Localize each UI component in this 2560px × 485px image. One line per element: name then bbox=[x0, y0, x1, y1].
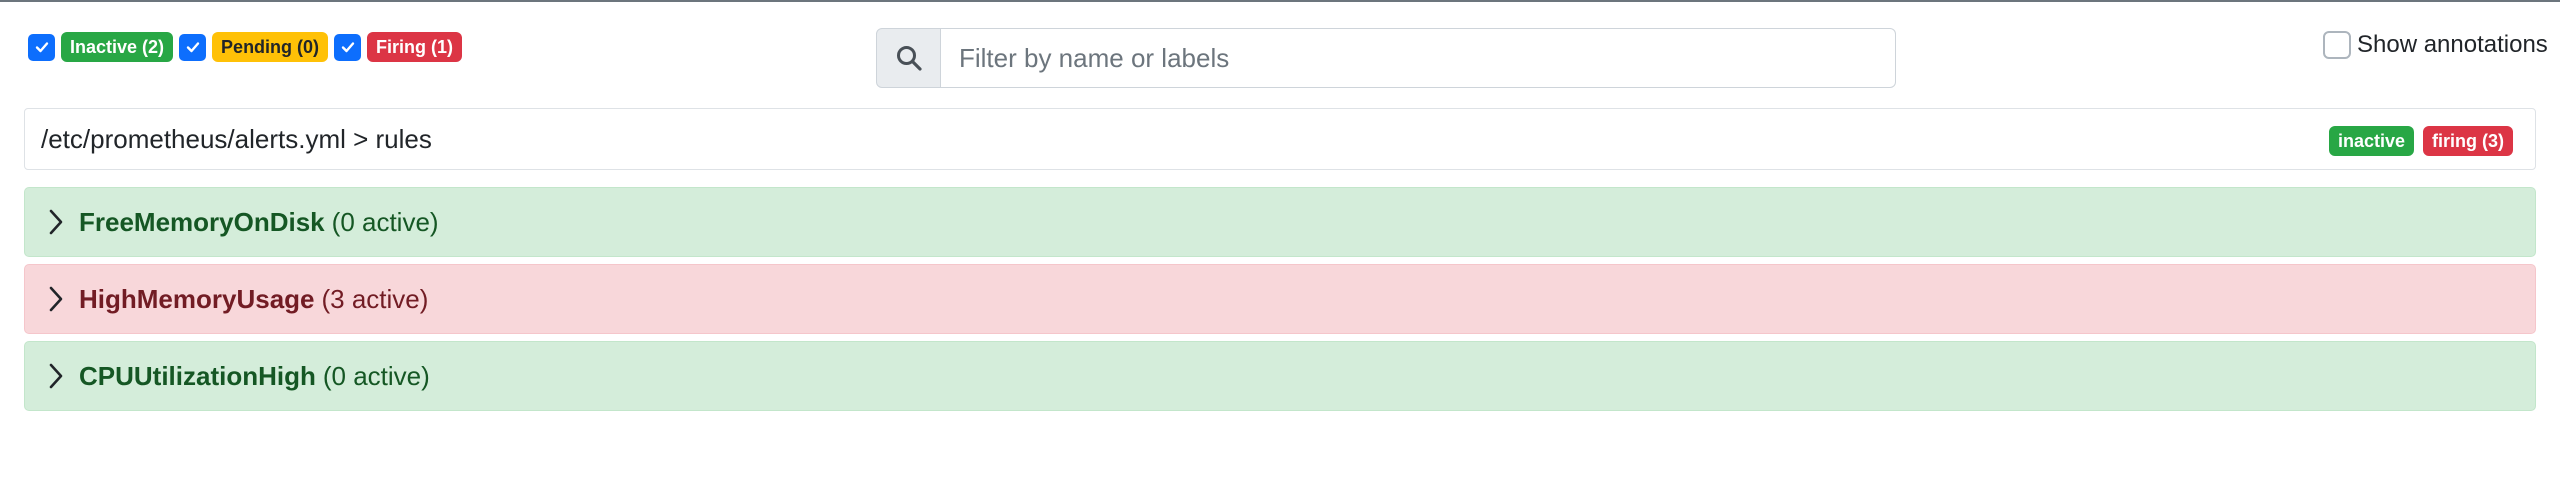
alert-rule-high-memory-usage[interactable]: HighMemoryUsage (3 active) bbox=[24, 264, 2536, 334]
rule-group-title: /etc/prometheus/alerts.yml > rules bbox=[41, 124, 432, 154]
chevron-right-icon[interactable] bbox=[49, 361, 67, 391]
rule-group-badges: inactive firing (3) bbox=[2320, 126, 2513, 156]
checkmark-icon bbox=[341, 42, 354, 53]
group-firing-badge: firing (3) bbox=[2423, 126, 2513, 156]
checkmark-icon bbox=[186, 42, 199, 53]
group-inactive-badge: inactive bbox=[2328, 126, 2414, 156]
chevron-right-icon[interactable] bbox=[49, 284, 67, 314]
pending-checkbox[interactable] bbox=[179, 33, 207, 61]
show-annotations-label[interactable]: Show annotations bbox=[2357, 31, 2548, 59]
alert-rule-cpu-utilization-high[interactable]: CPUUtilizationHigh (0 active) bbox=[24, 341, 2536, 411]
search-icon bbox=[896, 46, 922, 71]
chevron-right-icon[interactable] bbox=[49, 207, 67, 237]
alert-rule-free-memory-on-disk[interactable]: FreeMemoryOnDisk (0 active) bbox=[24, 187, 2536, 257]
rule-group-header: /etc/prometheus/alerts.yml > rules inact… bbox=[24, 108, 2536, 170]
rule-name: HighMemoryUsage bbox=[79, 283, 315, 314]
rule-active-count: (3 active) bbox=[321, 283, 429, 314]
filter-pending[interactable]: Pending (0) bbox=[179, 32, 329, 62]
rule-active-count: (0 active) bbox=[322, 360, 430, 391]
show-annotations-toggle[interactable]: Show annotations bbox=[2323, 31, 2548, 59]
firing-checkbox[interactable] bbox=[334, 33, 362, 61]
search-group bbox=[876, 28, 1896, 88]
pending-filter-badge[interactable]: Pending (0) bbox=[212, 32, 329, 62]
firing-filter-badge[interactable]: Firing (1) bbox=[367, 32, 463, 62]
rule-name: CPUUtilizationHigh bbox=[79, 360, 316, 391]
show-annotations-checkbox[interactable] bbox=[2323, 31, 2351, 59]
state-filter-bar: Inactive (2) Pending (0) Firing (1) bbox=[28, 32, 468, 62]
top-border bbox=[0, 0, 2560, 2]
inactive-filter-badge[interactable]: Inactive (2) bbox=[61, 32, 174, 62]
filter-inactive[interactable]: Inactive (2) bbox=[28, 32, 174, 62]
inactive-checkbox[interactable] bbox=[28, 33, 55, 61]
rule-active-count: (0 active) bbox=[331, 206, 439, 237]
search-input[interactable] bbox=[941, 28, 1896, 88]
checkmark-icon bbox=[35, 42, 48, 53]
search-addon bbox=[876, 28, 941, 88]
rule-name: FreeMemoryOnDisk bbox=[79, 206, 325, 237]
filter-firing[interactable]: Firing (1) bbox=[334, 32, 463, 62]
